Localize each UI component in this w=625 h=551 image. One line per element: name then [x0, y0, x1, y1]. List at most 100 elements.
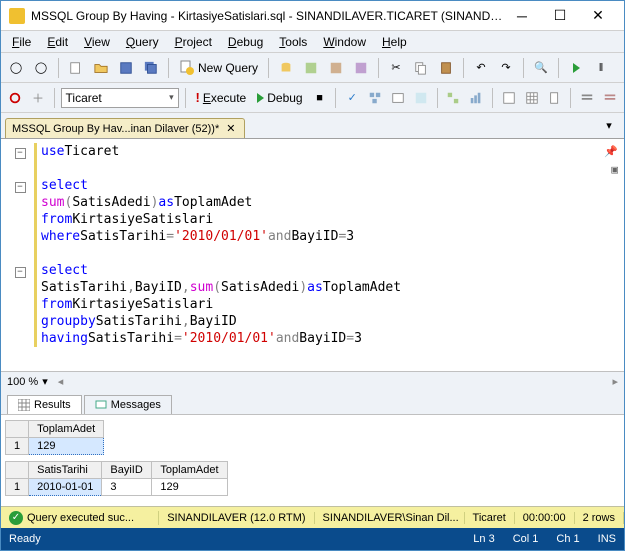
messages-tab[interactable]: Messages [84, 395, 172, 414]
debug-label: Debug [267, 91, 302, 105]
col-header[interactable]: BayiID [102, 462, 152, 479]
status-ins: INS [598, 533, 616, 545]
row-header[interactable]: 1 [6, 479, 29, 496]
start-debug-button[interactable] [565, 57, 587, 79]
intellisense-button[interactable] [411, 87, 431, 109]
toolbar-main: ◯ ◯ New Query ✂ ↶ ↷ 🔍 ‖ [1, 53, 624, 83]
find-button[interactable]: 🔍 [530, 57, 552, 79]
menu-edit[interactable]: Edit [40, 33, 75, 51]
results-to-text-button[interactable] [499, 87, 519, 109]
tab-overflow-button[interactable]: ▾ [598, 114, 620, 136]
status-rows: 2 rows [575, 512, 624, 524]
pause-button[interactable]: ‖ [590, 57, 612, 79]
save-button[interactable] [115, 57, 137, 79]
status-ready: Ready [9, 533, 41, 545]
analysis-query-icon[interactable] [300, 57, 322, 79]
play-icon [257, 93, 264, 103]
copy-button[interactable] [410, 57, 432, 79]
new-project-button[interactable] [65, 57, 87, 79]
cell[interactable]: 129 [152, 479, 227, 496]
menu-help[interactable]: Help [375, 33, 414, 51]
execute-button[interactable]: ! Execute [192, 90, 251, 105]
query-status-bar: ✓ Query executed suc... SINANDILAVER (12… [1, 506, 624, 528]
query-options-button[interactable] [388, 87, 408, 109]
maximize-button[interactable]: ☐ [542, 4, 578, 28]
fold-toggle[interactable]: − [15, 182, 26, 193]
menu-file[interactable]: File [5, 33, 38, 51]
tab-close-button[interactable]: ✕ [223, 122, 238, 135]
col-header[interactable]: ToplamAdet [29, 421, 104, 438]
status-server: SINANDILAVER (12.0 RTM) [159, 512, 314, 524]
document-tabbar: MSSQL Group By Hav...inan Dilaver (52))*… [1, 113, 624, 139]
tab-label: MSSQL Group By Hav...inan Dilaver (52))* [12, 123, 219, 135]
document-tab[interactable]: MSSQL Group By Hav...inan Dilaver (52))*… [5, 118, 245, 138]
sql-editor[interactable]: 📌 ▣ −use Ticaret −select sum(SatisAdedi)… [1, 139, 624, 371]
include-stats-button[interactable] [466, 87, 486, 109]
result-grid-2[interactable]: SatisTarihi BayiID ToplamAdet 1 2010-01-… [5, 461, 228, 496]
close-button[interactable]: ✕ [580, 4, 616, 28]
new-query-label: New Query [198, 61, 258, 75]
split-right-icon[interactable]: ▸ [612, 375, 618, 388]
menu-view[interactable]: View [77, 33, 117, 51]
redo-button[interactable]: ↷ [495, 57, 517, 79]
status-col: Col 1 [513, 533, 539, 545]
minimize-button[interactable]: ─ [504, 4, 540, 28]
change-connection-button[interactable] [28, 87, 48, 109]
col-header[interactable]: ToplamAdet [152, 462, 227, 479]
result-grid-1[interactable]: ToplamAdet 1129 [5, 420, 104, 455]
status-line: Ln 3 [473, 533, 494, 545]
undo-button[interactable]: ↶ [470, 57, 492, 79]
results-tab[interactable]: Results [7, 395, 82, 414]
cell[interactable]: 3 [102, 479, 152, 496]
results-to-grid-button[interactable] [522, 87, 542, 109]
split-left-icon[interactable]: ◂ [58, 375, 64, 388]
pin-icon[interactable]: 📌 [604, 143, 618, 160]
cell[interactable]: 2010-01-01 [29, 479, 102, 496]
titlebar: MSSQL Group By Having - KirtasiyeSatisla… [1, 1, 624, 31]
database-name: Ticaret [66, 91, 102, 105]
new-query-button[interactable]: New Query [175, 60, 262, 76]
nav-bar-icon[interactable]: ▣ [611, 161, 618, 178]
col-header[interactable]: SatisTarihi [29, 462, 102, 479]
fold-toggle[interactable]: − [15, 267, 26, 278]
menu-query[interactable]: Query [119, 33, 166, 51]
connect-button[interactable] [5, 87, 25, 109]
database-selector[interactable]: Ticaret ▾ [61, 88, 179, 108]
debug-button[interactable]: Debug [253, 91, 306, 105]
execute-label: Execute [203, 91, 246, 105]
menu-project[interactable]: Project [168, 33, 219, 51]
uncomment-button[interactable] [600, 87, 620, 109]
save-all-button[interactable] [140, 57, 162, 79]
chevron-down-icon: ▾ [169, 92, 174, 103]
estimated-plan-button[interactable] [365, 87, 385, 109]
results-to-file-button[interactable] [545, 87, 565, 109]
cancel-query-button[interactable]: ■ [310, 87, 330, 109]
nav-fwd-button[interactable]: ◯ [30, 57, 52, 79]
include-plan-button[interactable] [443, 87, 463, 109]
open-button[interactable] [90, 57, 112, 79]
status-ch: Ch 1 [556, 533, 579, 545]
menu-debug[interactable]: Debug [221, 33, 270, 51]
comment-button[interactable] [577, 87, 597, 109]
status-db: Ticaret [465, 512, 515, 524]
nav-back-button[interactable]: ◯ [5, 57, 27, 79]
paste-button[interactable] [435, 57, 457, 79]
dmx-query-icon[interactable] [350, 57, 372, 79]
window-title: MSSQL Group By Having - KirtasiyeSatisla… [31, 9, 504, 23]
db-engine-query-icon[interactable] [275, 57, 297, 79]
results-tab-label: Results [34, 399, 71, 411]
cell[interactable]: 129 [29, 438, 104, 455]
zoom-level[interactable]: 100 % [7, 376, 38, 388]
zoom-dropdown-icon[interactable]: ▾ [42, 375, 48, 388]
mdx-query-icon[interactable] [325, 57, 347, 79]
status-message: Query executed suc... [27, 512, 134, 524]
editor-area: 📌 ▣ −use Ticaret −select sum(SatisAdedi)… [1, 139, 624, 528]
row-header[interactable]: 1 [6, 438, 29, 455]
app-status-bar: Ready Ln 3 Col 1 Ch 1 INS [1, 528, 624, 550]
menu-tools[interactable]: Tools [272, 33, 314, 51]
cut-button[interactable]: ✂ [385, 57, 407, 79]
status-time: 00:00:00 [515, 512, 575, 524]
parse-button[interactable]: ✓ [342, 87, 362, 109]
menu-window[interactable]: Window [316, 33, 373, 51]
fold-toggle[interactable]: − [15, 148, 26, 159]
